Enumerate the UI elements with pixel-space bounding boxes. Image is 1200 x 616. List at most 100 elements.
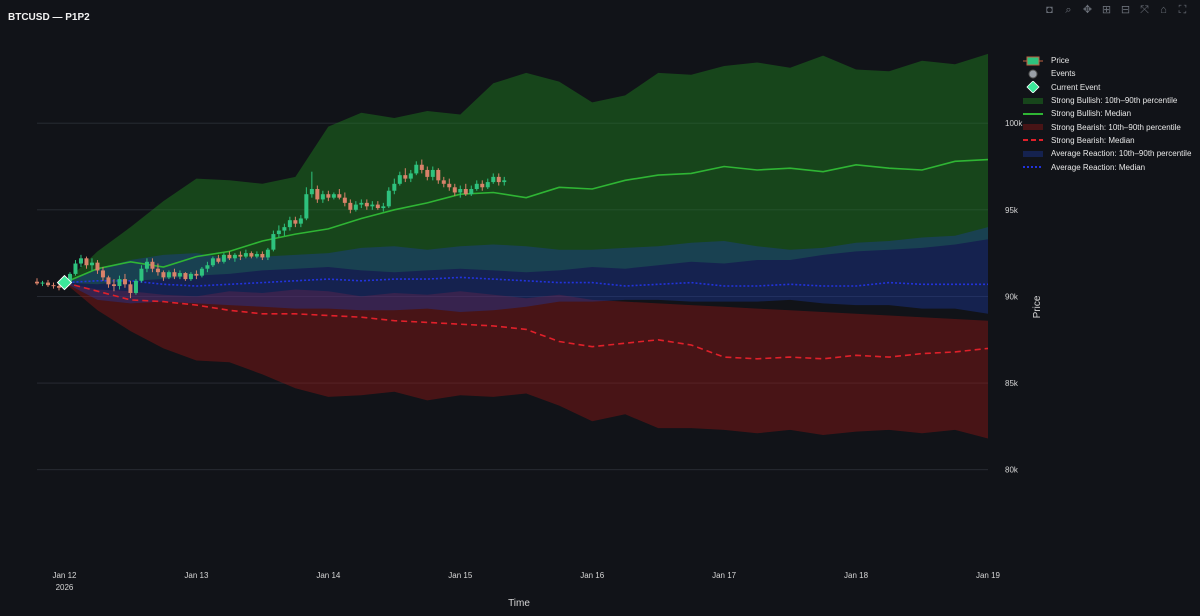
candle-body — [177, 273, 182, 277]
x-axis-title: Time — [508, 598, 530, 609]
bands — [64, 53, 988, 439]
candle-body — [463, 189, 468, 195]
legend-symbol — [1021, 81, 1045, 94]
candle-body — [326, 194, 331, 198]
candle-body — [73, 263, 78, 274]
candle-body — [491, 176, 496, 183]
y-tick-label: 85k — [1005, 379, 1019, 388]
candle-body — [458, 189, 463, 193]
x-tick-label: Jan 18 — [844, 571, 869, 580]
candle-body — [133, 280, 138, 293]
candle-body — [469, 189, 474, 195]
legend-label: Strong Bullish: 10th–90th percentile — [1051, 96, 1178, 106]
candle-body — [238, 254, 243, 257]
legend-item[interactable]: Current Event — [1021, 81, 1191, 94]
candle-body — [150, 261, 155, 269]
candle-body — [419, 164, 424, 170]
candle-body — [111, 284, 116, 287]
legend-symbol — [1021, 68, 1045, 80]
legend-item[interactable]: Strong Bullish: 10th–90th percentile — [1021, 94, 1191, 107]
candle — [73, 260, 78, 276]
legend-label: Events — [1051, 69, 1076, 79]
candle-body — [353, 204, 358, 210]
candle-body — [375, 204, 380, 209]
candle-body — [194, 273, 199, 276]
candle-body — [260, 253, 265, 258]
candle-body — [298, 218, 303, 224]
legend-item[interactable]: Strong Bullish: Median — [1021, 107, 1191, 120]
legend-label: Average Reaction: 10th–90th percentile — [1051, 149, 1192, 159]
candle-body — [205, 265, 210, 269]
x-tick-label: Jan 19 — [976, 571, 1001, 580]
candle-body — [485, 182, 490, 188]
candle-body — [397, 175, 402, 184]
candle-body — [348, 202, 353, 210]
candle-body — [45, 282, 50, 286]
candle-body — [243, 253, 248, 257]
candle-body — [84, 258, 89, 266]
candle-body — [40, 282, 45, 284]
y-tick-label: 95k — [1005, 206, 1019, 215]
candle-body — [188, 273, 193, 280]
candle-body — [496, 176, 501, 183]
candle-body — [271, 234, 276, 250]
candle-body — [106, 277, 111, 285]
candle-body — [370, 204, 375, 207]
candle — [51, 282, 56, 289]
candle — [45, 279, 50, 287]
x-axis: Jan 12 2026 Jan 13 Jan 14 Jan 15 Jan 16 Jan 17… — [52, 571, 1000, 592]
legend-symbol — [1021, 108, 1045, 120]
x-tick-sublabel: 2026 — [56, 583, 74, 592]
candle-body — [199, 268, 204, 276]
candle-body — [331, 194, 336, 198]
candle-body — [210, 258, 215, 266]
candle-body — [452, 187, 457, 193]
legend-item[interactable]: Average Reaction: 10th–90th percentile — [1021, 147, 1191, 160]
candle-body — [216, 258, 221, 262]
candle-body — [436, 169, 441, 181]
candle-body — [276, 230, 281, 235]
candle-body — [56, 286, 61, 288]
legend-symbol — [1021, 55, 1045, 67]
legend-item[interactable]: Price — [1021, 54, 1191, 67]
candle-body — [315, 189, 320, 200]
candle-body — [249, 253, 254, 257]
legend-item[interactable]: Events — [1021, 67, 1191, 80]
candle-body — [304, 194, 309, 219]
candle-body — [359, 202, 364, 205]
candle — [133, 279, 138, 295]
legend-symbol — [1021, 121, 1045, 133]
candle-body — [408, 173, 413, 179]
legend-item[interactable]: Strong Bearish: 10th–90th percentile — [1021, 120, 1191, 133]
legend-symbol — [1021, 148, 1045, 160]
candle-body — [381, 206, 386, 209]
candle-body — [309, 189, 314, 195]
legend-item[interactable]: Strong Bearish: Median — [1021, 134, 1191, 147]
candle-body — [474, 183, 479, 190]
candle-body — [386, 190, 391, 207]
candle-body — [139, 268, 144, 281]
candle-body — [172, 272, 177, 277]
legend-item[interactable]: Average Reaction: Median — [1021, 160, 1191, 173]
candle-body — [117, 279, 122, 287]
x-tick-label: Jan 14 — [316, 571, 341, 580]
y-axis-title: Price — [1032, 295, 1043, 318]
legend-label: Strong Bearish: 10th–90th percentile — [1051, 122, 1181, 132]
candle-body — [95, 262, 100, 271]
y-tick-label: 90k — [1005, 292, 1019, 301]
candle-body — [430, 169, 435, 177]
candle-body — [35, 281, 39, 284]
candle-body — [155, 268, 160, 273]
candle-body — [122, 279, 127, 285]
candle-body — [232, 254, 237, 259]
candle-body — [320, 194, 325, 200]
legend-symbol — [1021, 134, 1045, 146]
legend: Price Events Current Event Strong Bullish: … — [1021, 54, 1191, 174]
legend-label: Strong Bullish: Median — [1051, 109, 1132, 119]
candle-body — [78, 258, 83, 264]
candle-body — [364, 202, 369, 207]
x-tick-label: Jan 13 — [184, 571, 209, 580]
candle-body — [254, 253, 259, 257]
price-chart[interactable]: Jan 12 2026 Jan 13 Jan 14 Jan 15 Jan 16 Jan 17… — [0, 0, 1200, 616]
x-tick-label: Jan 17 — [712, 571, 737, 580]
